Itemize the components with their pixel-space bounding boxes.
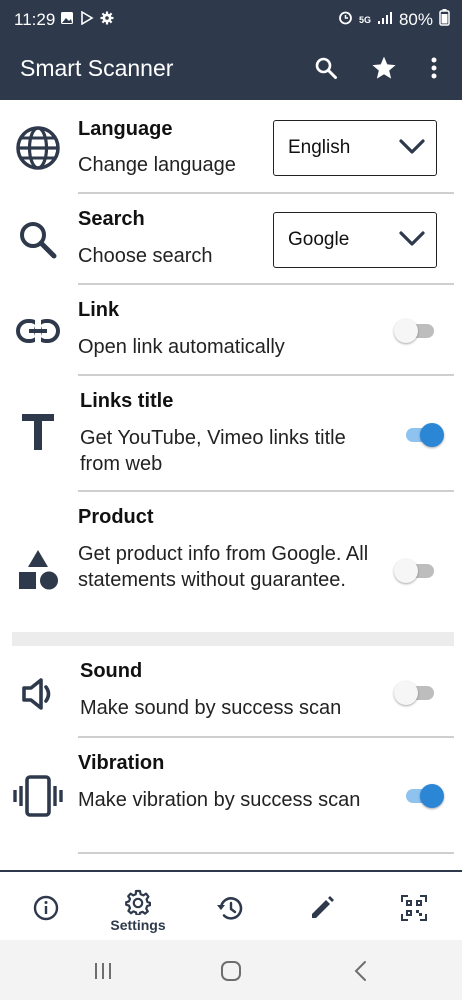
language-title: Language <box>78 118 173 140</box>
search-dropdown[interactable]: Google <box>273 212 437 268</box>
status-time: 11:29 <box>14 10 56 29</box>
overflow-menu-button[interactable] <box>418 52 450 84</box>
network-label: 5G <box>358 15 371 25</box>
back-button[interactable] <box>346 958 376 984</box>
vibration-subtitle: Make vibration by success scan <box>78 789 361 811</box>
status-bar: 11:29 5G 80% <box>0 0 462 36</box>
recent-apps-button[interactable] <box>88 958 118 984</box>
sound-subtitle: Make sound by success scan <box>80 697 342 719</box>
info-icon <box>30 892 62 924</box>
chevron-down-icon <box>399 139 425 154</box>
links-title-toggle[interactable] <box>402 423 444 447</box>
gear-small-icon <box>100 11 114 30</box>
play-store-icon <box>80 10 94 30</box>
shapes-icon <box>12 544 64 596</box>
vibration-icon <box>12 770 64 822</box>
recent-apps-icon <box>95 963 111 979</box>
search-engine-icon <box>12 214 64 266</box>
home-icon <box>221 961 241 981</box>
setting-sound[interactable]: Sound Make sound by success scan <box>0 648 462 736</box>
gallery-icon <box>60 11 74 30</box>
product-title: Product <box>78 506 154 528</box>
edit-icon <box>306 892 338 924</box>
nav-edit[interactable] <box>276 872 368 942</box>
star-icon <box>372 56 396 79</box>
signal-icon <box>377 10 393 30</box>
setting-search: Search Choose search Google <box>0 194 462 284</box>
nav-qr-generator[interactable] <box>368 872 460 942</box>
home-button[interactable] <box>216 958 246 984</box>
battery-label: 80% <box>398 10 433 29</box>
app-bar: Smart Scanner <box>0 36 462 100</box>
sound-title: Sound <box>80 660 143 682</box>
text-format-icon <box>12 406 64 458</box>
setting-links-title[interactable]: Links title Get YouTube, Vimeo links tit… <box>0 376 462 490</box>
setting-product[interactable]: Product Get product info from Google. Al… <box>0 492 462 628</box>
language-dropdown[interactable]: English <box>273 120 437 176</box>
nav-info[interactable] <box>0 872 92 942</box>
system-navigation-bar <box>0 940 462 1000</box>
bottom-navigation: Settings <box>0 870 462 942</box>
battery-icon <box>439 9 450 31</box>
section-separator <box>12 632 454 646</box>
product-toggle[interactable] <box>394 559 436 583</box>
sound-toggle[interactable] <box>394 681 436 705</box>
search-icon <box>315 57 337 79</box>
volume-icon <box>12 668 64 720</box>
link-toggle[interactable] <box>394 319 436 343</box>
search-title: Search <box>78 208 145 230</box>
nav-history[interactable] <box>184 872 276 942</box>
history-icon <box>214 892 246 924</box>
setting-vibration[interactable]: Vibration Make vibration by success scan <box>0 738 462 852</box>
nav-settings-label: Settings <box>110 917 166 933</box>
alarm-icon <box>338 10 353 30</box>
vibration-title: Vibration <box>78 752 165 774</box>
chevron-down-icon <box>399 231 425 246</box>
search-value: Google <box>288 229 350 250</box>
nav-settings[interactable]: Settings <box>92 872 184 942</box>
links-title-subtitle: Get YouTube, Vimeo links title from web <box>80 427 346 475</box>
language-value: English <box>288 137 351 158</box>
product-subtitle: Get product info from Google. All statem… <box>78 543 369 591</box>
divider <box>78 852 454 854</box>
app-title: Smart Scanner <box>20 55 174 81</box>
back-icon <box>354 961 366 981</box>
more-vert-icon <box>431 57 437 79</box>
link-subtitle: Open link automatically <box>78 336 285 358</box>
qr-code-icon <box>398 892 430 924</box>
favorites-button[interactable] <box>368 52 400 84</box>
vibration-toggle[interactable] <box>402 784 444 808</box>
settings-icon <box>122 886 154 918</box>
search-button[interactable] <box>310 52 342 84</box>
links-title-title: Links title <box>80 390 174 412</box>
link-title: Link <box>78 299 120 321</box>
link-icon <box>12 305 64 357</box>
globe-icon <box>12 122 64 174</box>
setting-language: Language Change language English <box>0 100 462 192</box>
setting-link[interactable]: Link Open link automatically <box>0 285 462 375</box>
